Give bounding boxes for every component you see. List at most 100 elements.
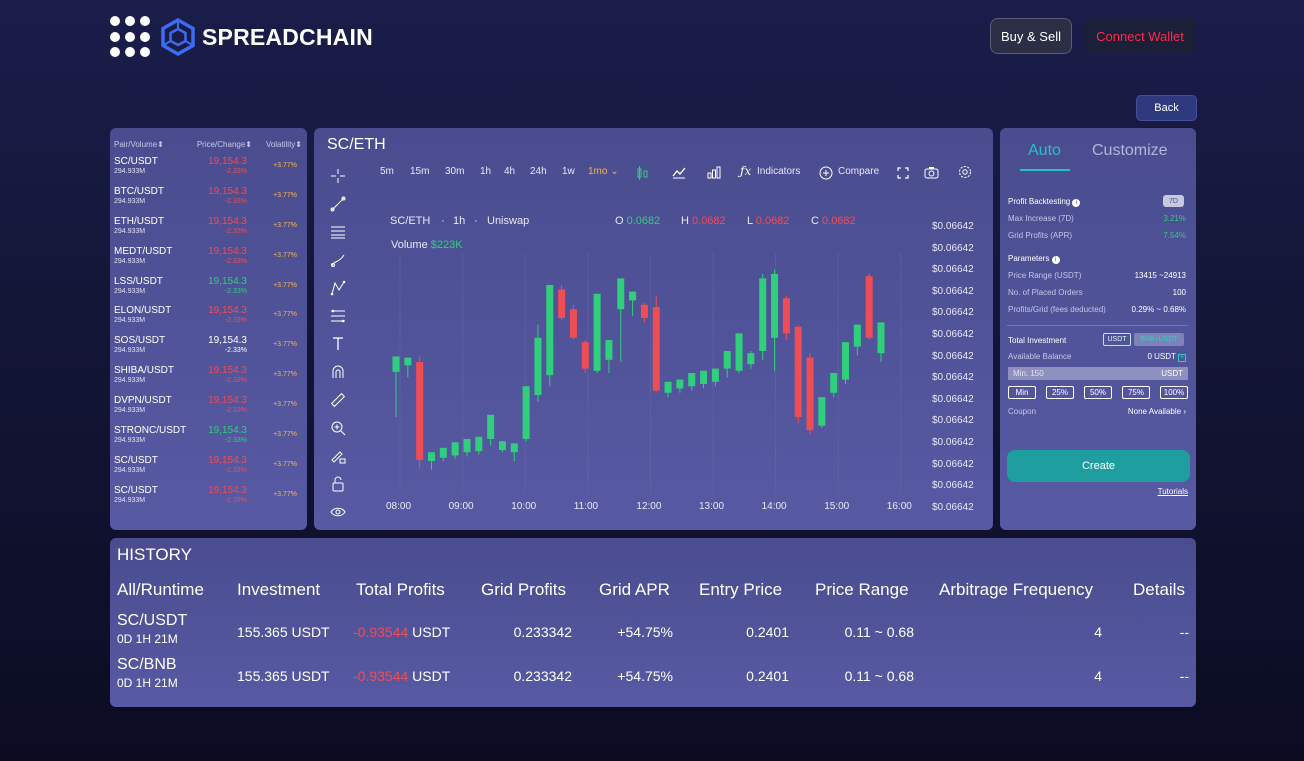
history-total-profits: -0.93544 USDT [353,668,451,684]
pencil-lock-icon[interactable] [330,448,346,464]
history-pair: SC/BNB [117,656,177,673]
connect-wallet-button[interactable]: Connect Wallet [1084,18,1196,54]
horizontal-lines-icon[interactable] [330,224,346,240]
timeframe-15m[interactable]: 15m [410,166,429,177]
currency-bnb-usdt-toggle[interactable]: BNB+USDT [1134,333,1184,346]
trend-line-icon[interactable] [330,196,346,212]
compare-button[interactable]: Compare [838,166,879,177]
candle-body [700,370,708,384]
info-icon[interactable]: i [1051,256,1060,264]
tutorials-link[interactable]: Tutorials [1158,487,1188,496]
pct-min-button[interactable]: Min [1008,386,1036,399]
legend-interval: 1h [453,215,466,227]
pair-volatility: +3.77% [273,221,297,229]
plus-circle-icon[interactable] [819,166,833,180]
currency-usdt-toggle[interactable]: USDT [1103,333,1131,346]
amount-input[interactable]: Min. 150 USDT [1008,367,1188,380]
col-runtime: All/Runtime [117,580,204,599]
time-tick: 16:00 [886,501,912,512]
candlestick-chart[interactable] [374,253,929,493]
indicators-button[interactable]: Indicators [757,166,800,177]
timeframe-5m[interactable]: 5m [380,166,394,177]
timeframe-24h[interactable]: 24h [530,166,547,177]
ruler-icon[interactable] [330,392,346,408]
time-tick: 13:00 [699,501,725,512]
pct-50-button[interactable]: 50% [1084,386,1112,399]
candle-body [510,443,518,453]
crosshair-icon[interactable] [330,168,346,184]
function-icon[interactable]: ƒx [740,164,751,178]
info-icon[interactable]: i [1072,199,1081,207]
timeframe-1mo[interactable]: 1mo ⌄ [588,166,619,177]
history-details[interactable]: -- [1180,668,1189,684]
pairs-header-pair[interactable]: Pair/Volume⬍ [114,140,172,149]
lock-icon[interactable] [330,476,346,492]
coupon-row[interactable]: Coupon None Available › [1008,407,1186,416]
camera-icon[interactable] [924,166,939,179]
history-details[interactable]: -- [1180,624,1189,640]
timeframe-4h[interactable]: 4h [504,166,515,177]
pair-price: 19,154.3 [208,156,247,167]
fib-retracement-icon[interactable] [330,308,346,324]
pair-volatility: +3.77% [273,191,297,199]
pair-row[interactable]: BTC/USDT 294.933M 19,154.3 -2.33% +3.77% [114,186,303,216]
price-tick: $0.06642 [932,437,974,448]
bar-chart-icon[interactable] [707,166,721,179]
plus-square-icon[interactable]: + [1178,354,1186,362]
pair-row[interactable]: SC/USDT 294.933M 19,154.3 -2.33% +3.77% [114,455,303,485]
period-badge[interactable]: 7D [1163,195,1184,207]
pair-price: 19,154.3 [208,185,247,197]
legend-volume: Volume $223K [391,239,463,251]
pair-volatility: +3.77% [273,431,297,439]
pct-100-button[interactable]: 100% [1160,386,1188,399]
pair-row[interactable]: SC/USDT 294.933M 19,154.3 -2.33% +3.77% [114,485,303,515]
pair-row[interactable]: MEDT/USDT 294.933M 19,154.3 -2.33% +3.77% [114,246,303,276]
line-chart-icon[interactable] [672,166,686,179]
pairs-header-price[interactable]: Price/Change⬍ [172,140,252,149]
pattern-icon[interactable] [330,280,346,296]
price-tick: $0.06642 [932,221,974,232]
back-button[interactable]: Back [1136,95,1197,121]
text-tool-icon[interactable] [330,336,346,352]
pairs-header-volatility[interactable]: Volatility⬍ [252,140,302,149]
price-range-row: Price Range (USDT) 13415 ~24913 [1008,271,1186,280]
candle-type-icon[interactable] [636,166,648,180]
create-button[interactable]: Create [1007,450,1190,482]
pair-price: 19,154.3 [208,245,247,257]
magnet-icon[interactable] [330,364,346,380]
menu-grid-icon[interactable] [110,16,152,58]
fullscreen-icon[interactable] [897,167,909,179]
pair-row[interactable]: DVPN/USDT 294.933M 19,154.3 -2.33% +3.77% [114,395,303,425]
pair-row[interactable]: SHIBA/USDT 294.933M 19,154.3 -2.33% +3.77% [114,365,303,395]
price-tick: $0.06642 [932,458,974,470]
pair-row[interactable]: ETH/USDT 294.933M 19,154.3 -2.33% +3.77% [114,216,303,246]
settings-gear-icon[interactable] [958,165,972,179]
timeframe-1w[interactable]: 1w [562,166,575,177]
pair-row[interactable]: LSS/USDT 294.933M 19,154.3 -2.33% +3.77% [114,276,303,306]
pair-volume: 294.933M [114,347,146,355]
pct-25-button[interactable]: 25% [1046,386,1074,399]
zoom-in-icon[interactable] [330,420,346,436]
pair-volatility: +3.77% [273,401,297,409]
tab-customize[interactable]: Customize [1092,142,1168,160]
pair-row[interactable]: SC/USDT 294.933M 19,154.3 -2.33% +3.77% [114,156,303,186]
tab-auto[interactable]: Auto [1028,142,1061,160]
eye-icon[interactable] [330,504,346,520]
buy-sell-button[interactable]: Buy & Sell [990,18,1072,54]
pair-row[interactable]: STRONC/USDT 294.933M 19,154.3 -2.33% +3.77% [114,425,303,455]
pair-name: SC/USDT [114,156,158,167]
history-runtime: 0D 1H 21M [117,676,178,690]
pair-volatility: +3.77% [273,281,297,289]
timeframe-1h[interactable]: 1h [480,166,491,177]
pair-row[interactable]: SOS/USDT 294.933M 19,154.3 -2.33% +3.77% [114,335,303,365]
pair-row[interactable]: ELON/USDT 294.933M 19,154.3 -2.33% +3.77% [114,305,303,335]
candle-body [392,356,400,372]
brush-icon[interactable] [330,252,346,268]
pct-75-button[interactable]: 75% [1122,386,1150,399]
time-tick: 08:00 [386,501,412,512]
timeframe-30m[interactable]: 30m [445,166,464,177]
pair-price: 19,154.3 [208,335,247,347]
candle-body [463,439,471,453]
history-grid-apr: +54.75% [617,624,673,640]
pair-volume: 294.933M [114,168,146,175]
